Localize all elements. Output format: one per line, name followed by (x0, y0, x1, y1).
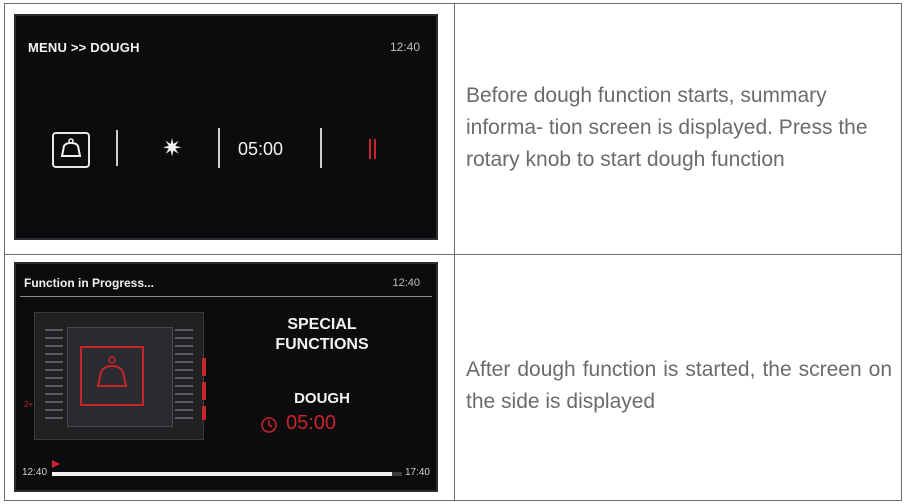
dough-function-icon (80, 346, 144, 406)
separator (320, 128, 322, 168)
screen-clock: 12:40 (389, 40, 420, 54)
screen-clock: 12:40 (392, 277, 420, 289)
pause-icon (369, 139, 377, 159)
progress-fill (52, 472, 392, 476)
progress-description: After dough function is started, the scr… (466, 358, 892, 413)
remaining-time: 05:00 (286, 412, 337, 434)
summary-screen: MENU >> DOUGH 12:40 ✷ 05:00 (14, 14, 438, 240)
progress-start-time: 12:40 (22, 467, 48, 478)
duration-value: 05:00 (238, 139, 284, 159)
summary-description: Before dough function starts, summary in… (466, 84, 868, 171)
right-rack (175, 329, 193, 425)
dough-icon (52, 132, 90, 168)
function-name: DOUGH (294, 390, 350, 407)
timer-icon (260, 416, 278, 434)
heat-indicator (202, 358, 208, 426)
separator (116, 130, 118, 166)
light-icon: ✷ (162, 135, 183, 162)
left-rack (45, 329, 63, 425)
heading-line-1: SPECIAL (287, 316, 357, 333)
progress-end-time: 17:40 (404, 467, 430, 478)
header-divider (20, 296, 432, 297)
screen-title: Function in Progress... (24, 276, 155, 290)
heading-line-2: FUNCTIONS (275, 336, 369, 353)
progress-screen: Function in Progress... 12:40 2+ SPECIAL… (14, 262, 438, 492)
row-divider (5, 254, 901, 255)
separator (218, 128, 220, 168)
screen-title: MENU >> DOUGH (28, 40, 140, 55)
start-marker (52, 460, 60, 468)
progress-bar (52, 472, 402, 476)
shelf-level: 2+ (24, 400, 34, 409)
column-divider (454, 4, 455, 500)
